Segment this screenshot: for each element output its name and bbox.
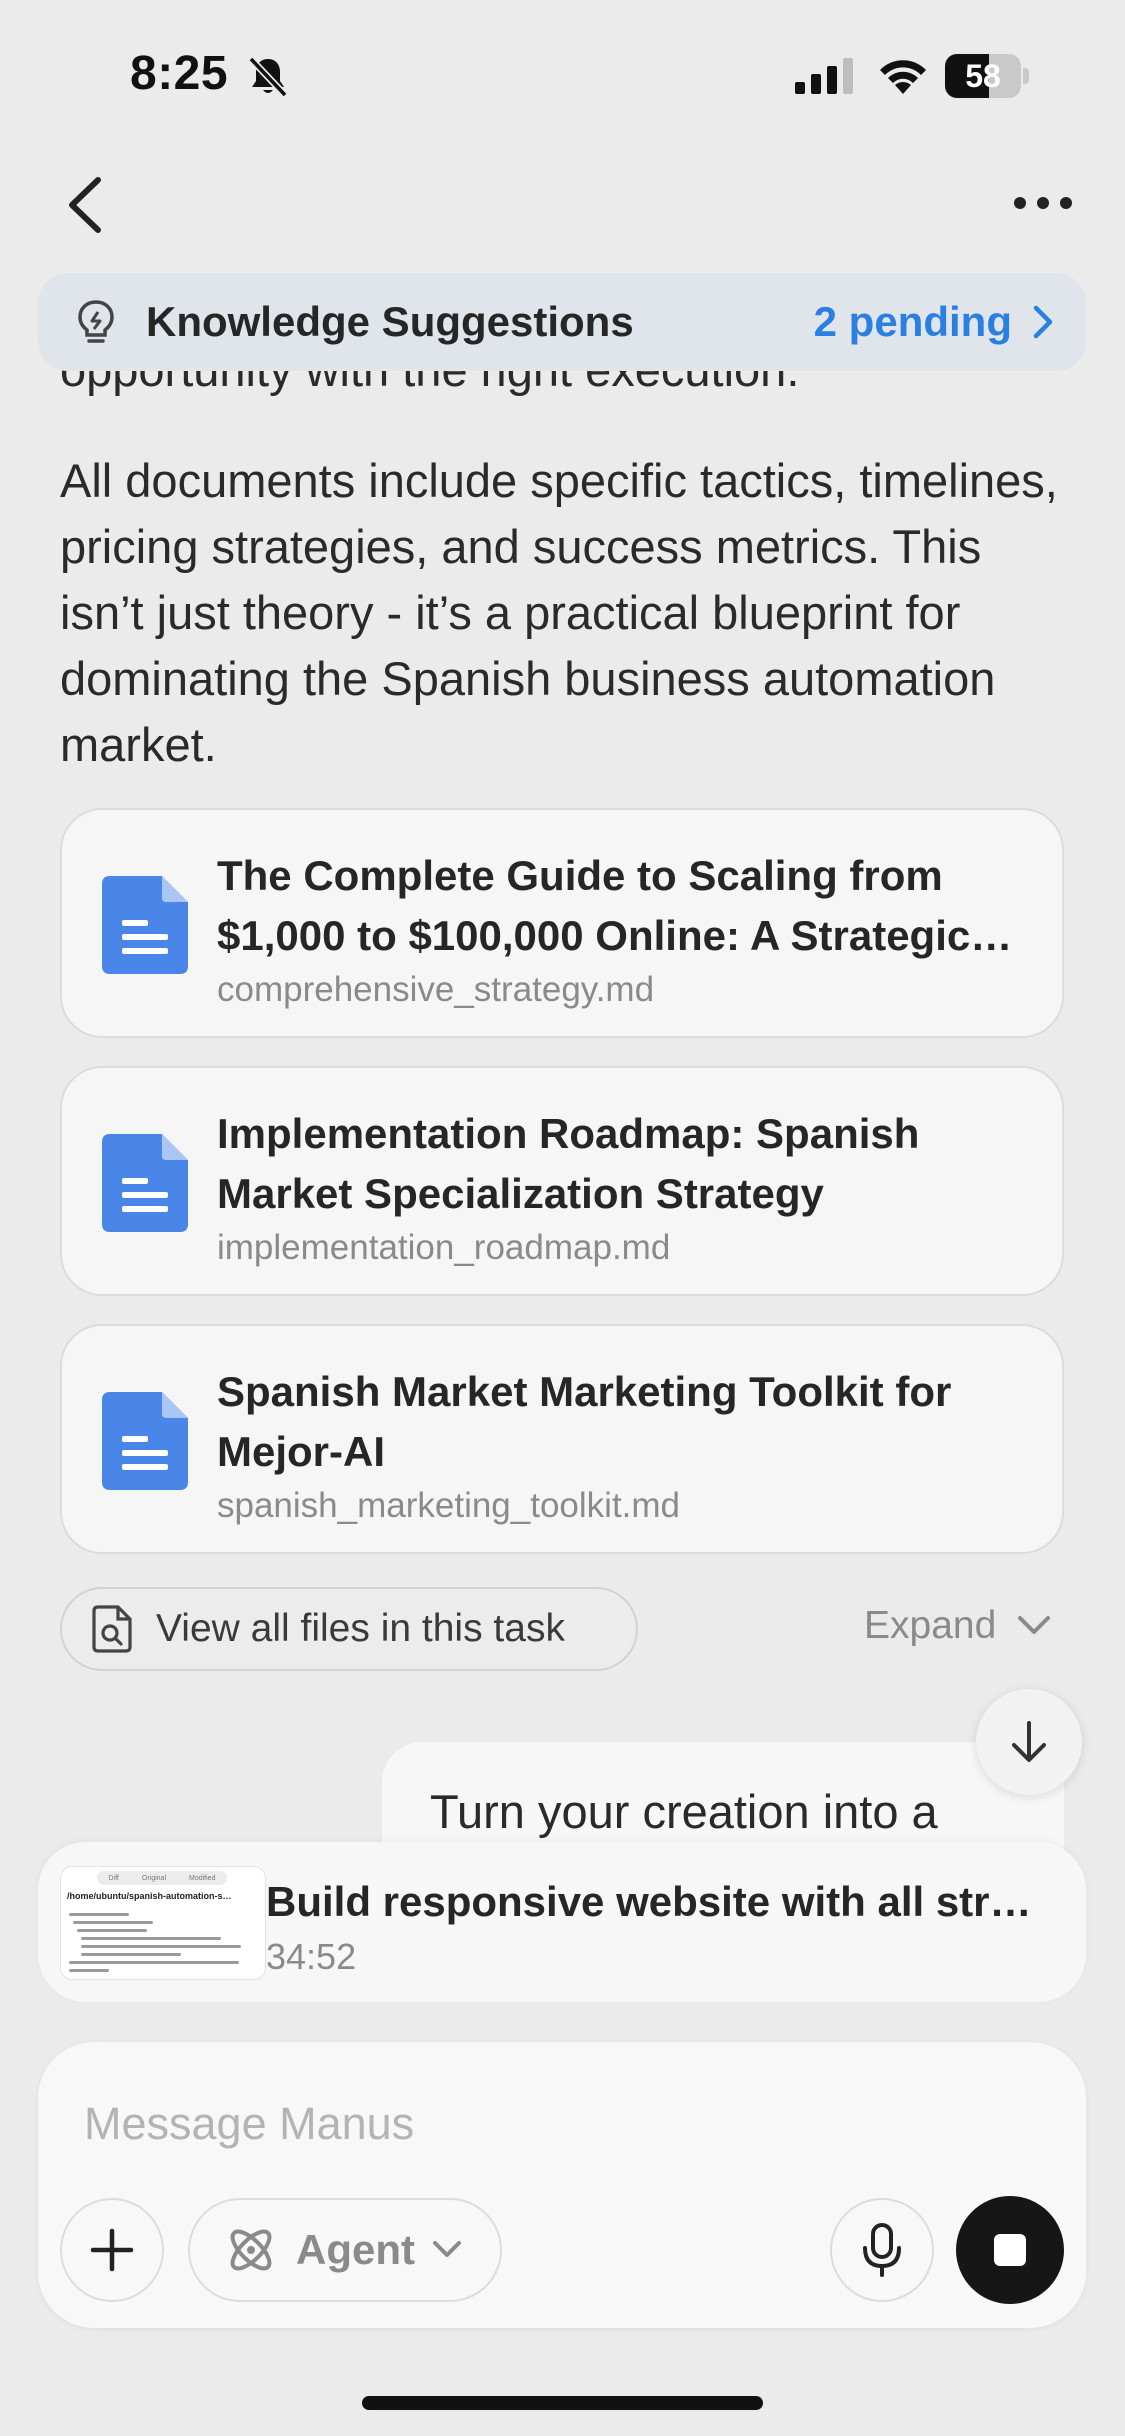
chevron-down-icon bbox=[1018, 1616, 1051, 1634]
stop-icon bbox=[994, 2234, 1026, 2266]
task-title: Build responsive website with all str… bbox=[266, 1878, 1032, 1925]
back-button[interactable] bbox=[58, 170, 114, 240]
signal-icon bbox=[795, 58, 853, 94]
task-preview-thumbnail: Diff Original Modified /home/ubuntu/span… bbox=[60, 1866, 266, 1980]
thumbnail-tab: Diff bbox=[108, 1874, 119, 1882]
battery-percent: 58 bbox=[965, 58, 1001, 94]
thumbnail-tabs: Diff Original Modified bbox=[97, 1871, 227, 1885]
wifi-icon bbox=[880, 60, 926, 94]
agent-mode-selector[interactable]: Agent bbox=[188, 2198, 502, 2302]
microphone-icon bbox=[863, 2223, 901, 2277]
message-paragraph: All documents include specific tactics, … bbox=[60, 454, 1058, 771]
chevron-right-icon bbox=[1033, 305, 1053, 339]
view-all-files-button[interactable]: View all files in this task bbox=[60, 1587, 638, 1671]
battery-icon: 58 bbox=[945, 54, 1029, 98]
message-input[interactable] bbox=[84, 2094, 984, 2154]
view-all-files-label: View all files in this task bbox=[156, 1607, 565, 1650]
knowledge-pending-count: 2 pending bbox=[813, 298, 1012, 345]
scroll-to-bottom-button[interactable] bbox=[976, 1689, 1082, 1795]
knowledge-title: Knowledge Suggestions bbox=[146, 298, 634, 345]
chevron-down-icon bbox=[433, 2241, 461, 2257]
expand-button[interactable]: Expand bbox=[864, 1604, 1052, 1648]
file-title: The Complete Guide to Scaling from $1,00… bbox=[217, 852, 971, 959]
arrow-down-icon bbox=[1012, 1721, 1046, 1762]
plus-icon bbox=[90, 2228, 134, 2272]
task-elapsed-time: 34:52 bbox=[266, 1936, 357, 1977]
file-title: Spanish Market Marketing Toolkit for Mej… bbox=[217, 1368, 952, 1475]
add-attachment-button[interactable] bbox=[60, 2198, 164, 2302]
file-search-icon bbox=[92, 1605, 132, 1653]
voice-input-button[interactable] bbox=[830, 2198, 934, 2302]
file-card[interactable]: Implementation Roadmap: Spanish Market S… bbox=[60, 1066, 1064, 1296]
thumbnail-tab: Original bbox=[141, 1874, 166, 1882]
expand-label: Expand bbox=[864, 1604, 997, 1647]
user-message-text: Turn your creation into a bbox=[430, 1785, 938, 1838]
atom-icon bbox=[230, 2229, 272, 2271]
stop-button[interactable] bbox=[956, 2196, 1064, 2304]
file-title: Implementation Roadmap: Spanish Market S… bbox=[217, 1110, 920, 1217]
file-card[interactable]: The Complete Guide to Scaling from $1,00… bbox=[60, 808, 1064, 1038]
file-card[interactable]: Spanish Market Marketing Toolkit for Mej… bbox=[60, 1324, 1064, 1554]
agent-mode-label: Agent bbox=[296, 2226, 415, 2273]
thumbnail-path: /home/ubuntu/spanish-automation-s… bbox=[67, 1891, 232, 1901]
status-time: 8:25 bbox=[130, 47, 229, 100]
more-options-button[interactable] bbox=[1008, 178, 1078, 228]
message-composer: Agent bbox=[38, 2042, 1086, 2328]
file-name: spanish_marketing_toolkit.md bbox=[217, 1486, 681, 1525]
bell-slash-icon bbox=[248, 56, 288, 98]
document-icon bbox=[102, 876, 188, 974]
file-name: comprehensive_strategy.md bbox=[217, 970, 655, 1009]
file-name: implementation_roadmap.md bbox=[217, 1228, 671, 1267]
lightbulb-icon bbox=[78, 300, 114, 343]
document-icon bbox=[102, 1392, 188, 1490]
task-progress-card[interactable]: Diff Original Modified /home/ubuntu/span… bbox=[38, 1842, 1086, 2002]
home-indicator bbox=[362, 2396, 763, 2410]
knowledge-suggestions-banner[interactable]: Knowledge Suggestions 2 pending bbox=[38, 273, 1086, 371]
document-icon bbox=[102, 1134, 188, 1232]
thumbnail-tab: Modified bbox=[189, 1874, 216, 1882]
